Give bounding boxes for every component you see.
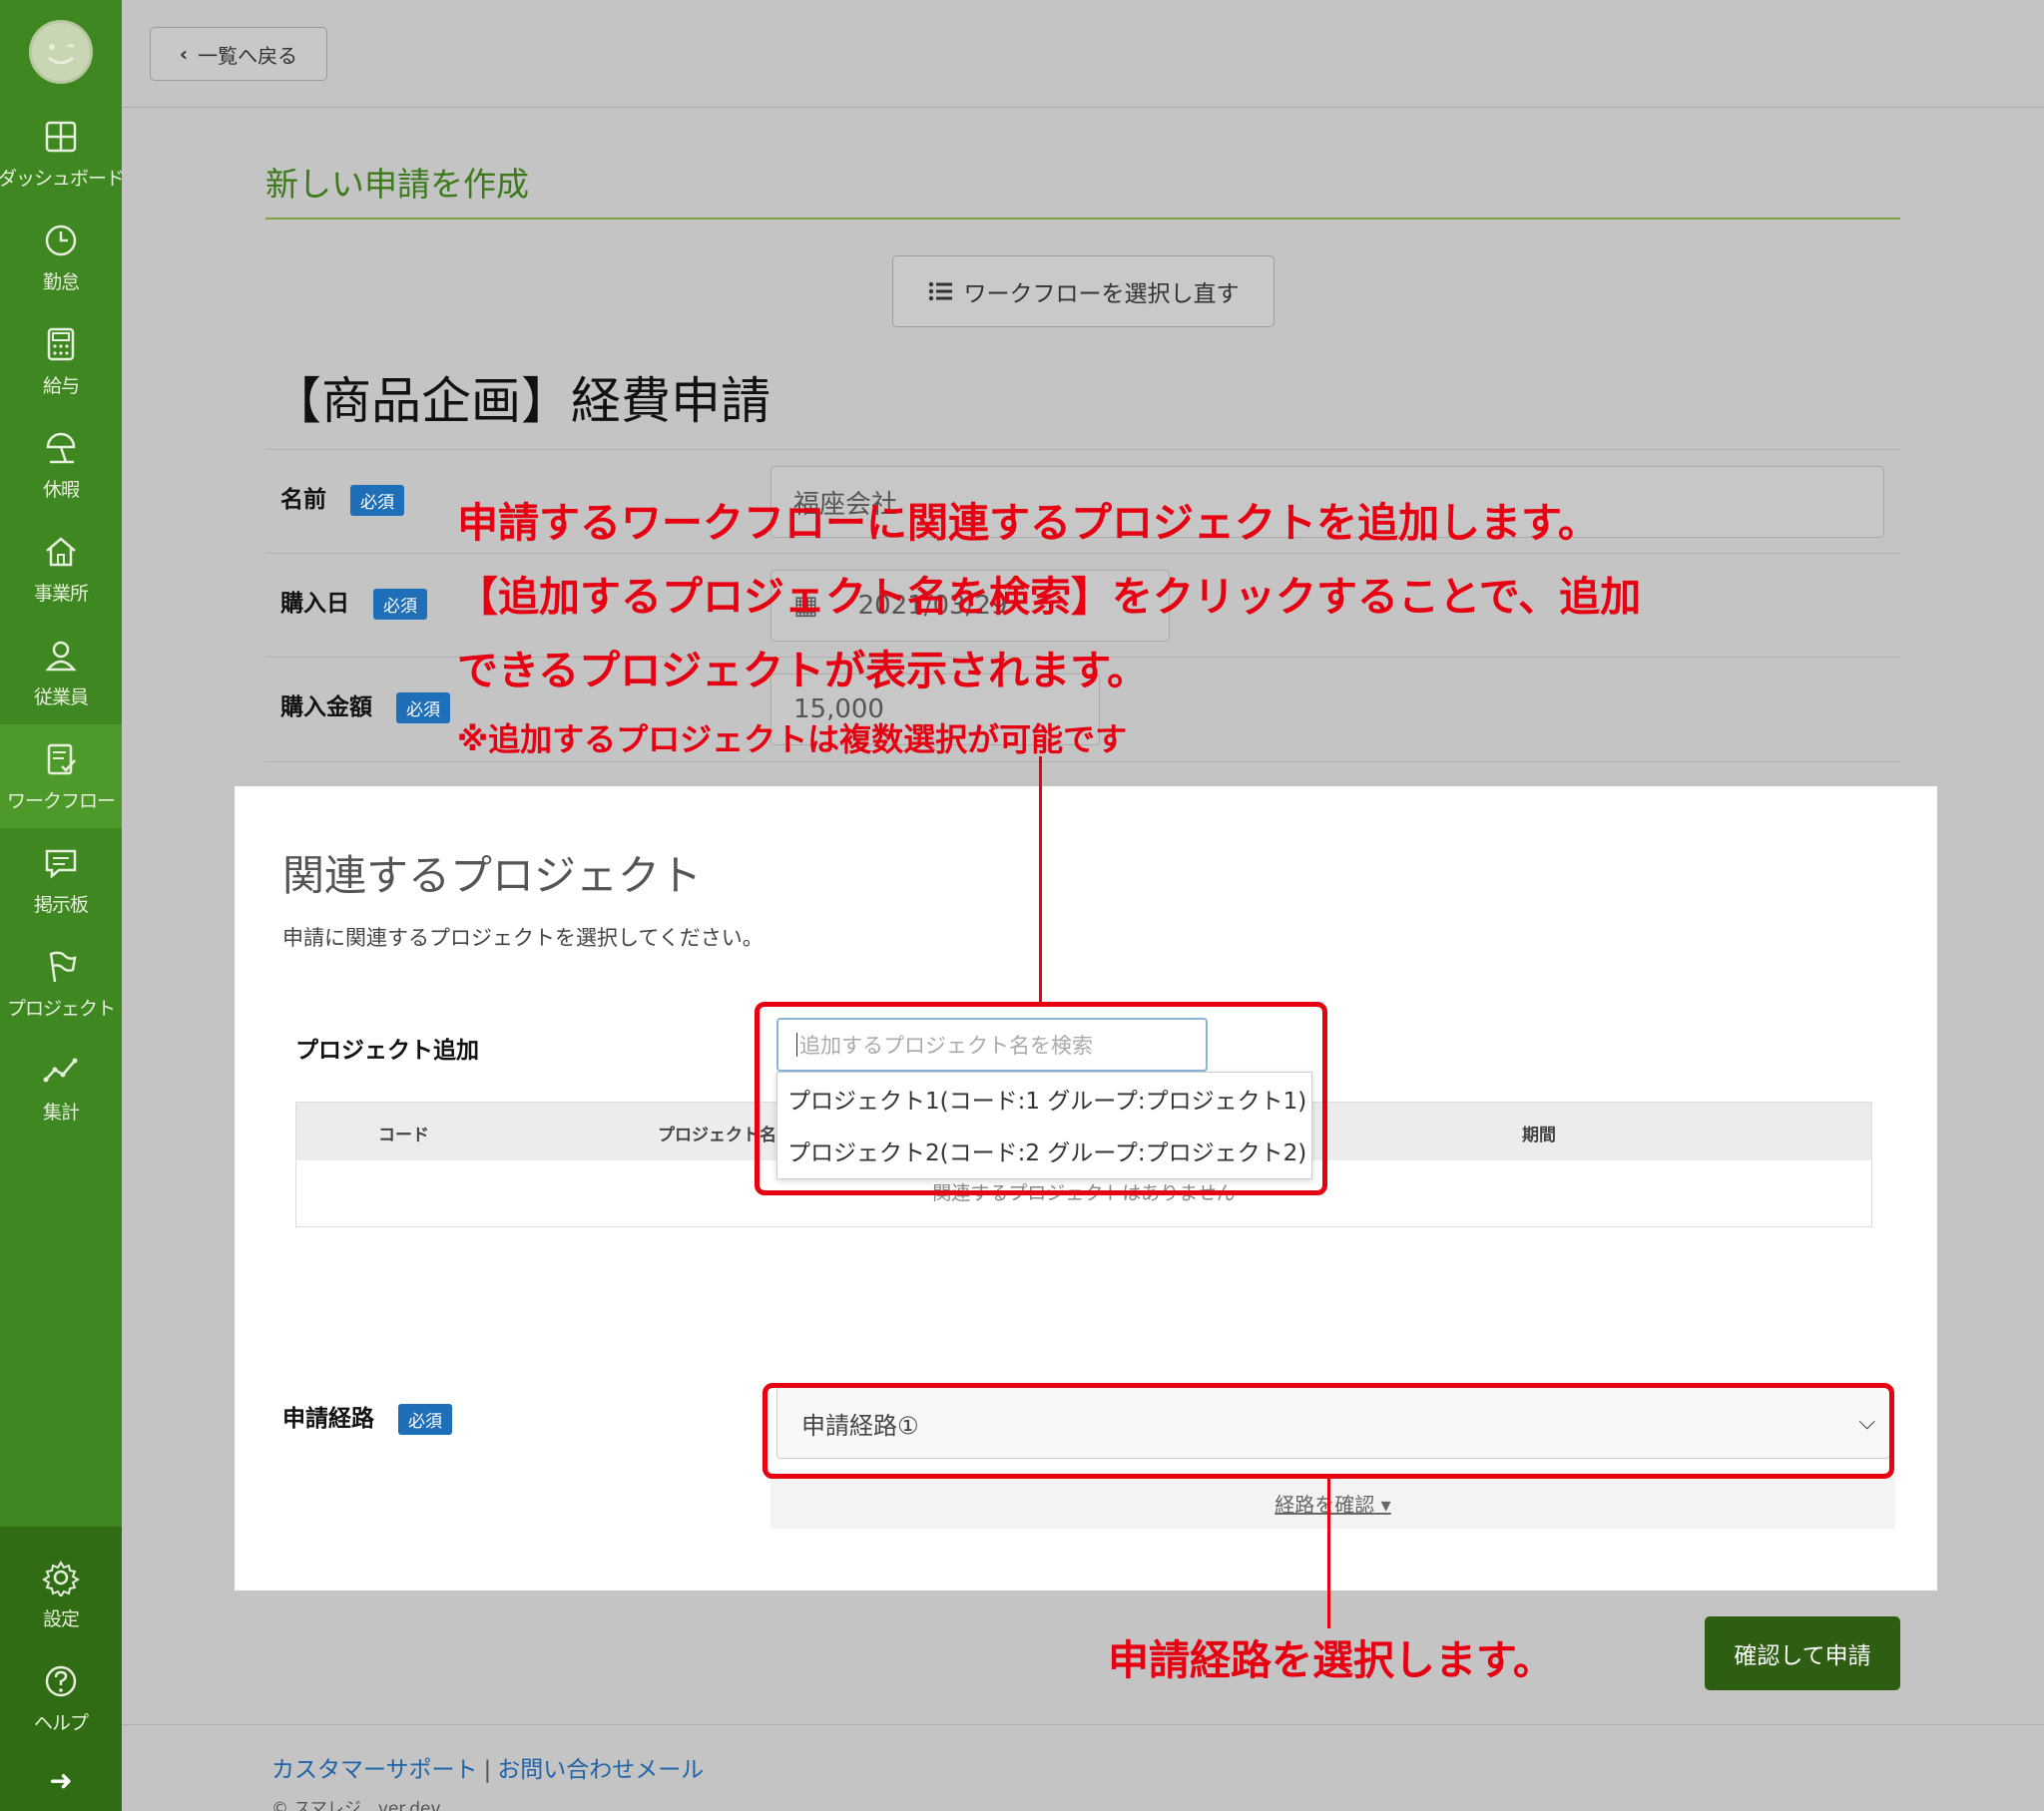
topbar: ‹ 一覧へ戻る [122, 0, 2044, 108]
required-badge: 必須 [373, 589, 427, 620]
table-header-code: コード [378, 1126, 429, 1145]
sidebar-item-reports[interactable]: 集計 [0, 1036, 122, 1139]
required-badge: 必須 [396, 692, 450, 723]
avatar[interactable] [29, 20, 93, 84]
beach-umbrella-icon [46, 432, 76, 463]
expand-sidebar-icon[interactable]: ➜ [0, 1756, 122, 1804]
purchase-date-label: 購入日 必須 [280, 584, 427, 620]
home-icon [46, 536, 76, 566]
sidebar-item-label: 集計 [42, 1101, 80, 1124]
annotation-highlight-project [755, 1002, 1327, 1195]
annotation-route-note: 申請経路を選択します。 [1108, 1636, 1554, 1684]
sidebar-item-project[interactable]: プロジェクト [0, 932, 122, 1036]
sidebar-item-office[interactable]: 事業所 [0, 517, 122, 621]
footer-links: カスタマーサポート | お問い合わせメール [271, 1750, 704, 1784]
sidebar-item-employees[interactable]: 従業員 [0, 621, 122, 724]
annotation-line-3: できるプロジェクトが表示されます。 [457, 647, 1149, 694]
workflow-icon [47, 743, 76, 774]
sidebar-item-label: 休暇 [42, 478, 80, 501]
purchase-amount-label: 購入金額 必須 [280, 687, 450, 723]
annotation-note: ※追加するプロジェクトは複数選択が可能です [457, 720, 1128, 758]
confirm-submit-button[interactable]: 確認して申請 [1705, 1616, 1900, 1690]
user-icon [45, 641, 77, 671]
annotation-line-1: 申請するワークフローに関連するプロジェクトを追加します。 [457, 499, 1599, 547]
clock-icon [45, 225, 77, 255]
footer-divider [122, 1724, 2044, 1725]
sidebar-item-payroll[interactable]: 給与 [0, 309, 122, 413]
annotation-line-2: 【追加するプロジェクト名を検索】をクリックすることで、追加 [457, 573, 1642, 621]
back-button[interactable]: ‹ 一覧へ戻る [150, 27, 327, 81]
form-title: 【商品企画】経費申請 [271, 372, 770, 430]
annotation-highlight-route [763, 1383, 1894, 1479]
help-icon [45, 1665, 77, 1696]
annotation-connector [1327, 1479, 1330, 1628]
route-confirm-bar: 経路を確認 ▾ [770, 1475, 1895, 1529]
required-badge: 必須 [350, 485, 404, 516]
sidebar-item-label: 設定 [42, 1607, 80, 1630]
customer-support-link[interactable]: カスタマーサポート [271, 1757, 478, 1783]
contact-mail-link[interactable]: お問い合わせメール [497, 1757, 704, 1783]
sidebar-item-label: 勤怠 [42, 270, 80, 293]
name-label: 名前 必須 [280, 480, 404, 516]
route-confirm-link[interactable]: 経路を確認 ▾ [770, 1489, 1895, 1518]
sidebar-item-label: プロジェクト [6, 997, 116, 1020]
gear-icon [42, 1560, 80, 1596]
sidebar-item-dashboard[interactable]: ダッシュボード [0, 102, 125, 206]
sidebar-item-label: ダッシュボード [0, 167, 125, 190]
sidebar-item-workflow[interactable]: ワークフロー [0, 724, 122, 828]
reselect-workflow-label: ワークフローを選択し直す [963, 281, 1240, 307]
sidebar-item-attendance[interactable]: 勤怠 [0, 206, 122, 309]
annotation-connector [1039, 756, 1042, 1004]
sidebar-item-settings[interactable]: 設定 [0, 1543, 122, 1646]
required-badge: 必須 [398, 1404, 452, 1435]
page-title: 新しい申請を作成 [265, 165, 529, 204]
footer-separator: | [483, 1757, 492, 1783]
sidebar-item-label: ワークフロー [6, 789, 116, 812]
sidebar-item-label: 給与 [42, 374, 80, 397]
sidebar-item-label: 従業員 [33, 685, 89, 708]
chart-icon [43, 1058, 78, 1082]
route-label: 申請経路 必須 [282, 1399, 452, 1435]
sidebar-item-label: 掲示板 [33, 893, 89, 916]
related-project-title: 関連するプロジェクト [282, 851, 703, 900]
flag-icon [49, 951, 77, 982]
chevron-left-icon: ‹ [179, 42, 189, 66]
sidebar: ダッシュボード 勤怠 給与 休暇 事業所 従業員 ワークフロー 掲示板 プロジェ… [0, 0, 125, 1811]
table-header-period: 期間 [1522, 1126, 1556, 1145]
caret-down-icon: ▾ [1380, 1493, 1391, 1517]
sidebar-item-label: 事業所 [33, 582, 89, 605]
sidebar-item-leave[interactable]: 休暇 [0, 413, 122, 517]
copyright: © スマレジ ver.dev [271, 1799, 441, 1811]
dashboard-icon [45, 121, 77, 152]
message-board-icon [45, 849, 77, 879]
project-add-label: プロジェクト追加 [295, 1038, 479, 1064]
back-button-label: 一覧へ戻る [198, 43, 298, 68]
smiley-icon [48, 44, 75, 65]
related-project-description: 申請に関連するプロジェクトを選択してください。 [282, 926, 764, 950]
list-icon [928, 281, 952, 301]
sidebar-item-help[interactable]: ヘルプ [0, 1646, 122, 1750]
title-divider [265, 218, 1900, 220]
calculator-icon [47, 327, 75, 360]
reselect-workflow-button[interactable]: ワークフローを選択し直す [892, 255, 1275, 327]
sidebar-item-board[interactable]: 掲示板 [0, 828, 122, 932]
sidebar-item-label: ヘルプ [33, 1711, 89, 1734]
